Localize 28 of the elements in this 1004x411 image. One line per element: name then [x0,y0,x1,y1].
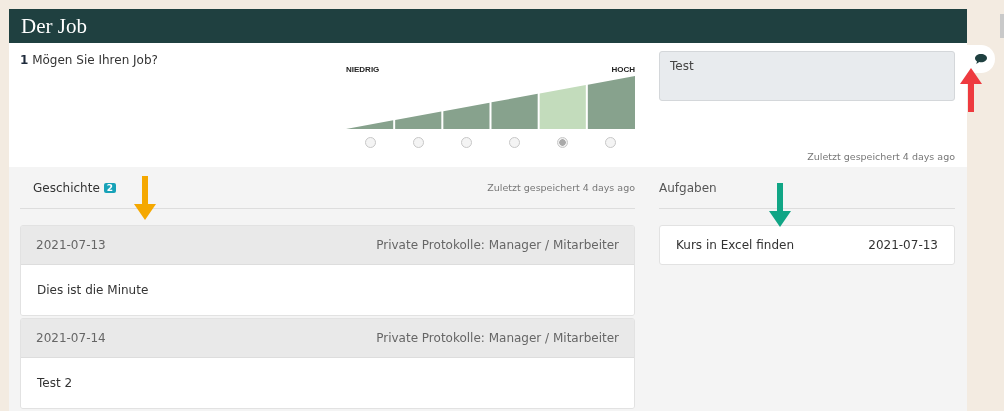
entry-text: Dies ist die Minute [37,283,149,297]
rating-radio[interactable] [557,137,569,148]
entry-visibility: Private Protokolle: Manager / Mitarbeiter [376,331,619,345]
saved-status: Zuletzt gespeichert 4 days ago [487,182,635,193]
comment-field[interactable]: Test [659,51,955,101]
entry-visibility: Private Protokolle: Manager / Mitarbeiter [376,238,619,252]
entry-date: 2021-07-14 [36,331,106,345]
question-text: 1 Mögen Sie Ihren Job? [20,53,159,69]
history-tab[interactable]: Geschichte 2 [20,180,130,195]
entry-text: Test 2 [37,376,73,390]
rating-radio[interactable] [412,137,424,148]
task-name: Kurs in Excel finden [676,238,794,252]
entry-date: 2021-07-13 [36,238,106,252]
scrollbar[interactable] [1000,14,1004,38]
rating-radio[interactable] [509,137,521,148]
task-item[interactable]: Kurs in Excel finden 2021-07-13 [659,225,955,265]
chat-bubble-icon [974,53,988,65]
saved-status: Zuletzt gespeichert 4 days ago [806,151,955,162]
comment-button[interactable] [967,45,995,73]
low-label: NIEDRIG [346,65,380,74]
task-date: 2021-07-13 [868,238,938,252]
count-badge: 2 [103,182,117,193]
rating-radio[interactable] [460,137,472,148]
tasks-title: Aufgaben [659,180,717,195]
rating-radio[interactable] [364,137,376,148]
rating-radio[interactable] [605,137,617,148]
high-label: HOCH [611,65,635,74]
page-title: Der Job [21,13,87,39]
